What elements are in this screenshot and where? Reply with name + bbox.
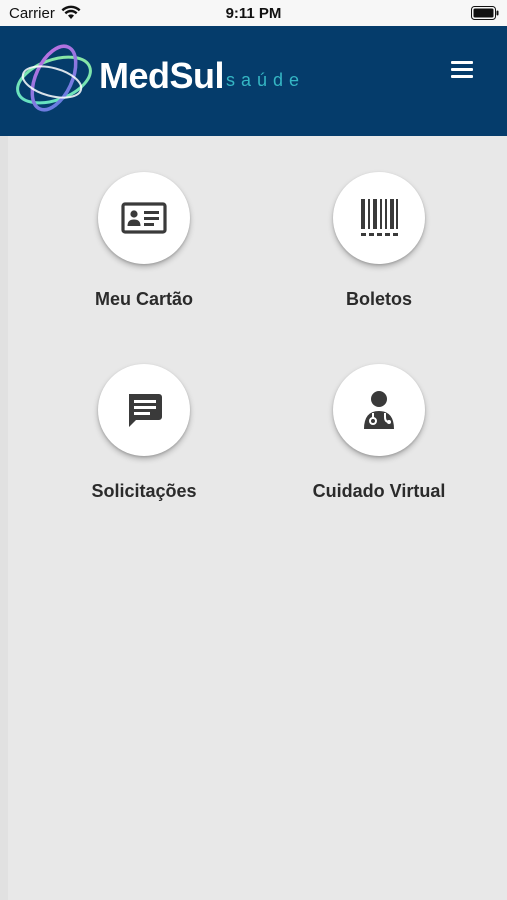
doctor-icon (364, 391, 394, 429)
solicitacoes-circle[interactable] (98, 364, 190, 456)
status-bar: Carrier 9:11 PM (0, 0, 507, 26)
medsul-logo-icon (16, 44, 92, 112)
boletos-button[interactable]: Boletos (279, 172, 479, 332)
brand-tagline: saúde (226, 70, 306, 90)
app-header: MedSul saúde (0, 26, 507, 136)
solicitacoes-button[interactable]: Solicitações (44, 364, 244, 524)
status-time: 9:11 PM (225, 5, 282, 22)
hamburger-menu-icon[interactable] (448, 58, 478, 82)
home-menu-grid: Meu Cartão Boletos Solicitações Cuidado … (0, 136, 507, 900)
battery-icon (471, 6, 499, 20)
cuidado-virtual-button[interactable]: Cuidado Virtual (279, 364, 479, 524)
id-card-icon (121, 202, 167, 234)
solicitacoes-label: Solicitações (91, 481, 197, 501)
meu-cartao-label: Meu Cartão (94, 289, 193, 309)
boletos-label: Boletos (345, 289, 412, 309)
barcode-icon (361, 199, 398, 236)
meu-cartao-circle[interactable] (98, 172, 190, 264)
meu-cartao-button[interactable]: Meu Cartão (44, 172, 244, 332)
cuidado-virtual-label: Cuidado Virtual (312, 481, 446, 501)
boletos-circle[interactable] (333, 172, 425, 264)
brand-name: MedSul (99, 55, 225, 96)
cuidado-virtual-circle[interactable] (333, 364, 425, 456)
message-icon (129, 394, 162, 427)
